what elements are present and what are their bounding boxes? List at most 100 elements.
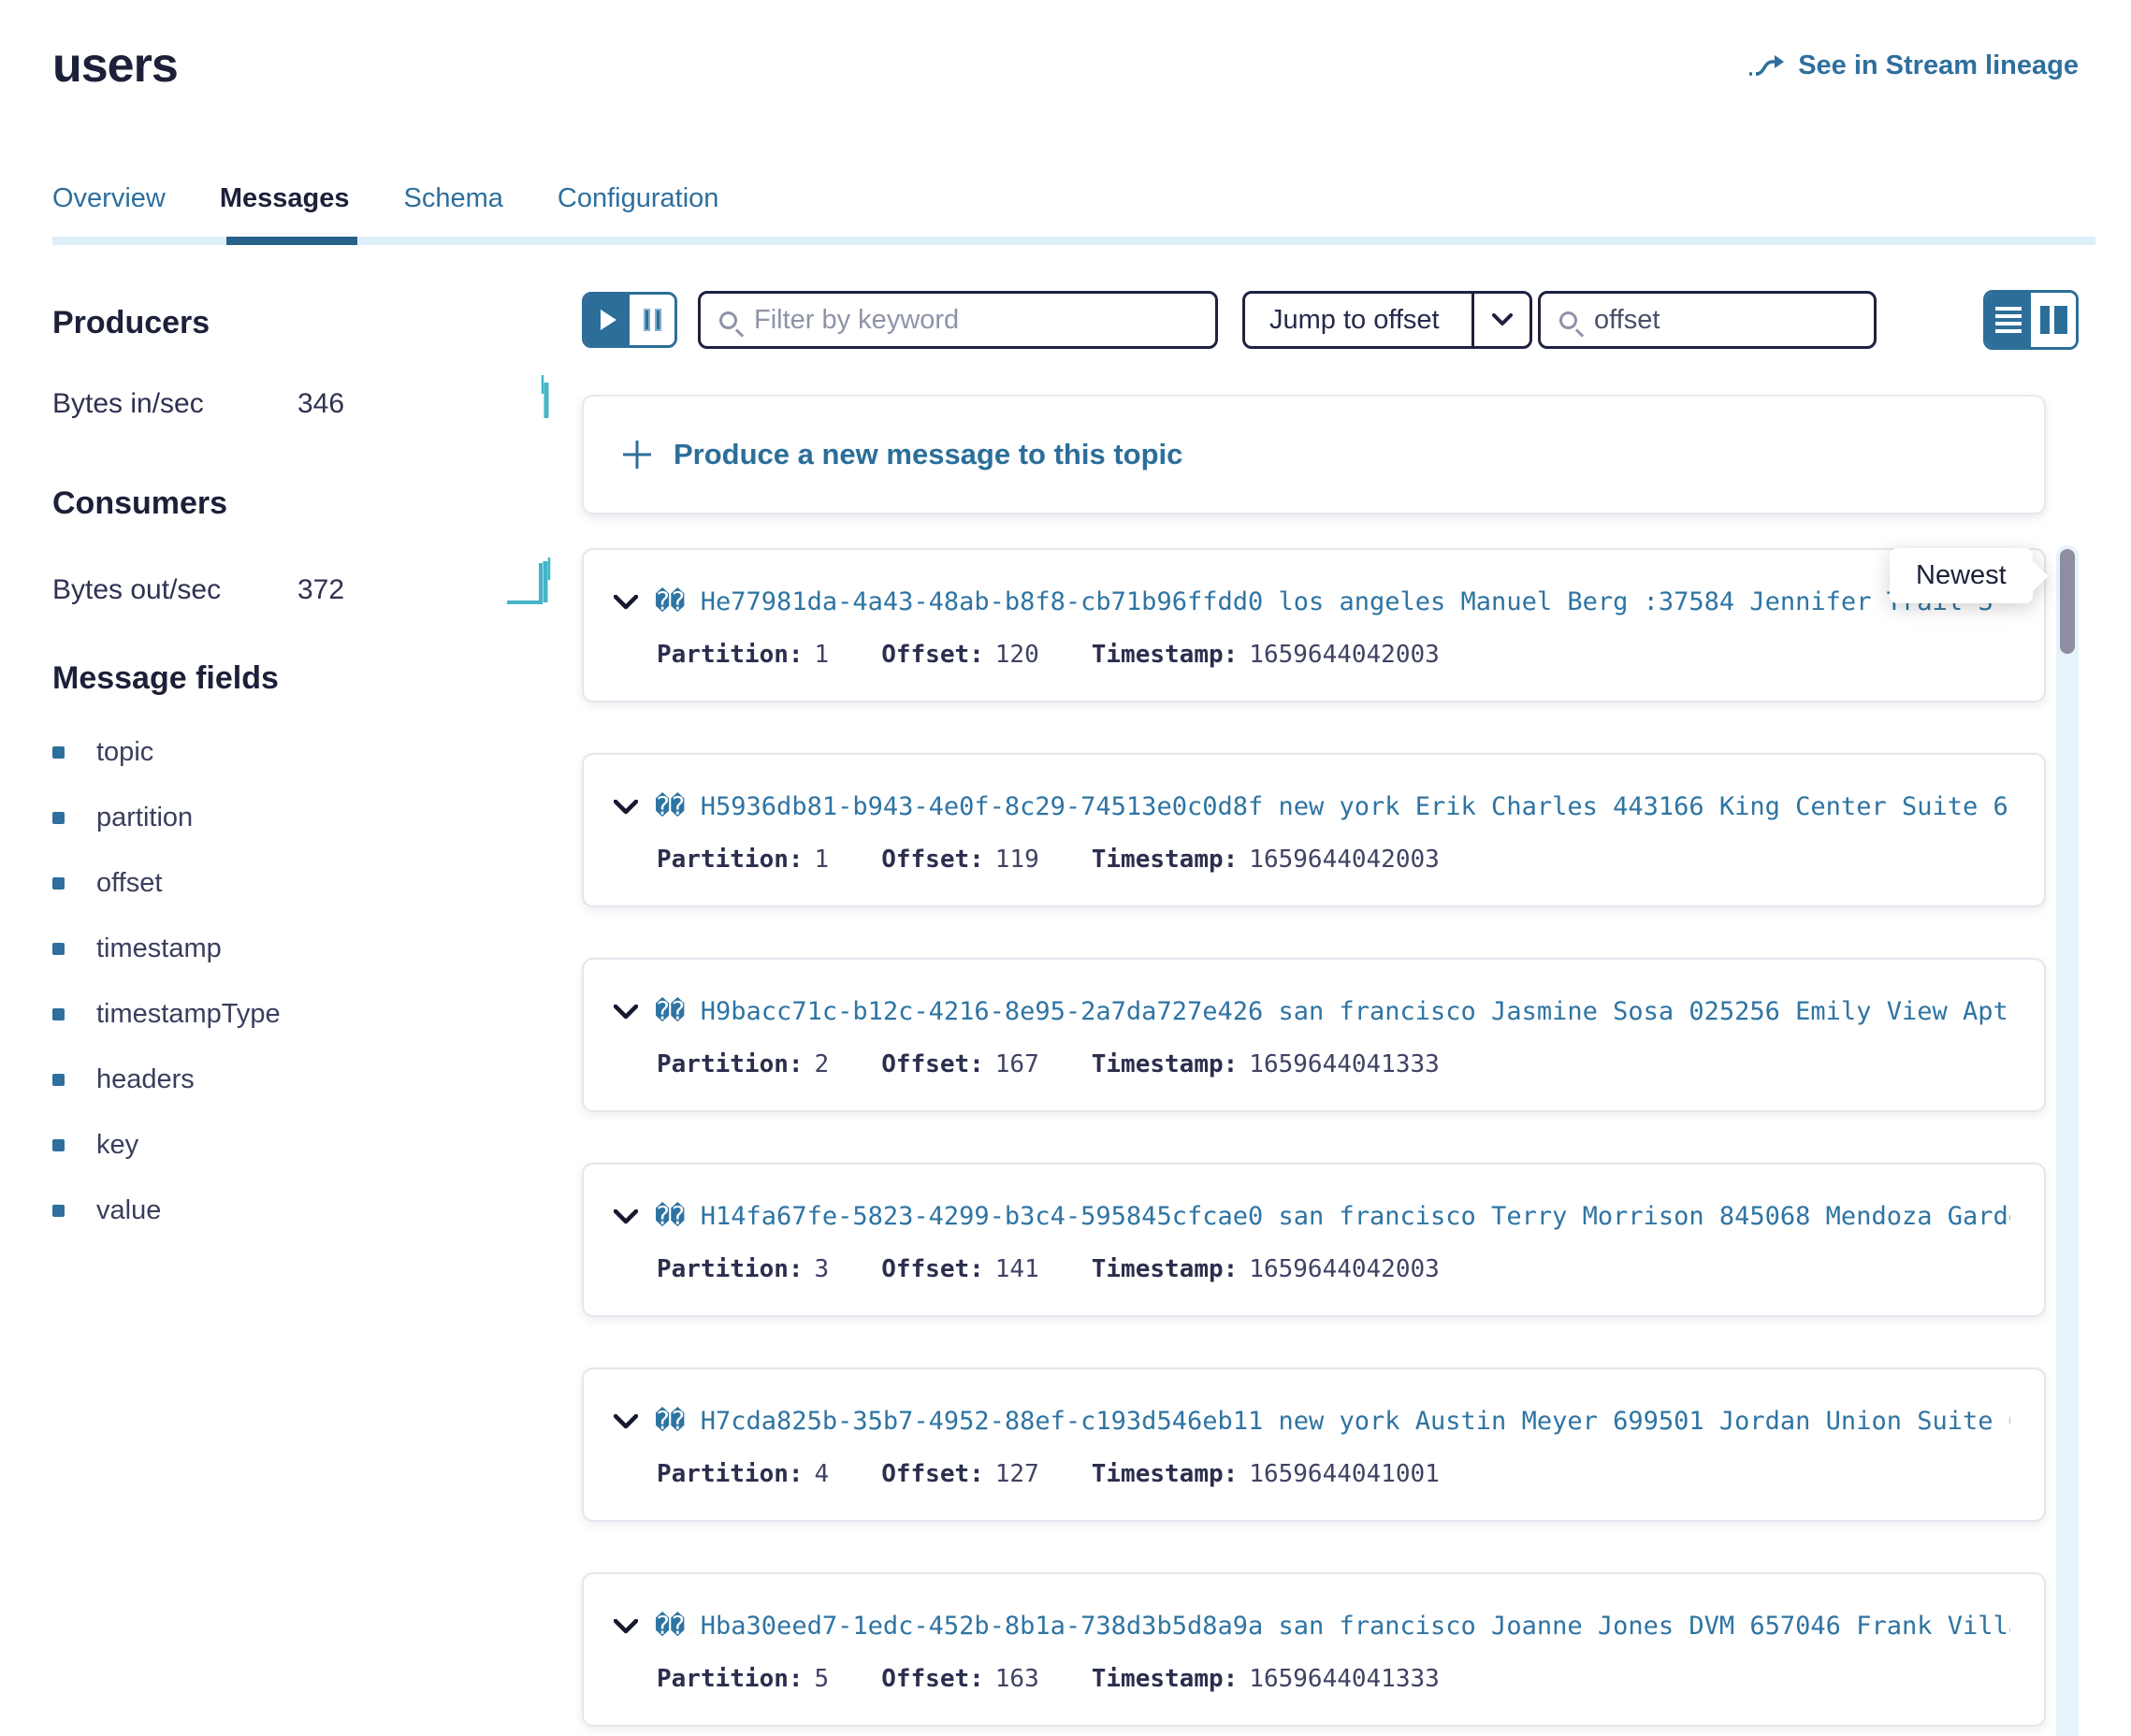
partition-meta: Partition:2 bbox=[657, 1050, 829, 1078]
produce-message-label: Produce a new message to this topic bbox=[674, 438, 1182, 471]
timestamp-meta: Timestamp:1659644041333 bbox=[1092, 1665, 1440, 1693]
expand-chevron-icon[interactable] bbox=[614, 1619, 638, 1634]
message-key-preview: �� Hba30eed7-1edc-452b-8b1a-738d3b5d8a9a… bbox=[655, 1612, 2010, 1641]
message-meta: Partition:5 Offset:163 Timestamp:1659644… bbox=[614, 1665, 2010, 1693]
null-char-glyphs: �� bbox=[655, 997, 686, 1026]
message-row[interactable]: �� Hba30eed7-1edc-452b-8b1a-738d3b5d8a9a… bbox=[582, 1572, 2046, 1727]
field-item-key[interactable]: key bbox=[52, 1112, 582, 1178]
stream-lineage-link[interactable]: See in Stream lineage bbox=[1747, 51, 2079, 81]
topic-page: users See in Stream lineage Overview Mes… bbox=[0, 0, 2131, 1736]
sidebar: Producers Bytes in/sec 346 Consumers Byt… bbox=[52, 279, 582, 1727]
consumers-section: Consumers Bytes out/sec 372 bbox=[52, 485, 582, 606]
offset-search-box bbox=[1538, 291, 1877, 349]
bytes-out-label: Bytes out/sec bbox=[52, 574, 297, 606]
field-bullet-icon bbox=[52, 1074, 65, 1086]
play-pause-toggle bbox=[582, 292, 677, 348]
plus-icon bbox=[621, 439, 653, 470]
search-icon bbox=[1559, 311, 1577, 329]
tab-configuration[interactable]: Configuration bbox=[558, 183, 719, 214]
field-label: headers bbox=[96, 1064, 195, 1095]
message-key-preview: �� H7cda825b-35b7-4952-88ef-c193d546eb11… bbox=[655, 1407, 2010, 1436]
offset-meta: Offset:167 bbox=[881, 1050, 1039, 1078]
field-bullet-icon bbox=[52, 812, 65, 824]
field-label: topic bbox=[96, 737, 153, 768]
scrollbar-thumb[interactable] bbox=[2060, 549, 2075, 654]
message-meta: Partition:1 Offset:119 Timestamp:1659644… bbox=[614, 846, 2010, 874]
partition-meta: Partition:4 bbox=[657, 1460, 829, 1488]
newest-tooltip-label: Newest bbox=[1916, 560, 2007, 590]
toolbar: Jump to offset bbox=[582, 290, 2079, 350]
active-tab-indicator bbox=[226, 237, 357, 245]
field-bullet-icon bbox=[52, 1139, 65, 1151]
produce-message-button[interactable]: Produce a new message to this topic bbox=[582, 395, 2046, 514]
field-label: timestamp bbox=[96, 933, 222, 964]
stream-lineage-icon bbox=[1747, 53, 1785, 80]
expand-chevron-icon[interactable] bbox=[614, 800, 638, 815]
expand-chevron-icon[interactable] bbox=[614, 595, 638, 610]
content: Producers Bytes in/sec 346 Consumers Byt… bbox=[0, 279, 2131, 1727]
bytes-out-sparkline bbox=[505, 552, 558, 606]
field-bullet-icon bbox=[52, 943, 65, 955]
tabs-row: Overview Messages Schema Configuration bbox=[52, 183, 2095, 245]
list-view-icon bbox=[1995, 307, 2022, 311]
tab-overview[interactable]: Overview bbox=[52, 183, 166, 214]
header: users See in Stream lineage bbox=[0, 0, 2131, 90]
message-row[interactable]: �� He77981da-4a43-48ab-b8f8-cb71b96ffdd0… bbox=[582, 548, 2046, 702]
bytes-in-value: 346 bbox=[297, 388, 344, 420]
offset-search-input[interactable] bbox=[1592, 304, 1855, 337]
message-row[interactable]: �� H14fa67fe-5823-4299-b3c4-595845cfcae0… bbox=[582, 1163, 2046, 1317]
tab-schema[interactable]: Schema bbox=[404, 183, 503, 214]
field-bullet-icon bbox=[52, 1008, 65, 1020]
field-bullet-icon bbox=[52, 1205, 65, 1217]
field-item-topic[interactable]: topic bbox=[52, 719, 582, 785]
field-item-timestampType[interactable]: timestampType bbox=[52, 981, 582, 1047]
field-item-partition[interactable]: partition bbox=[52, 785, 582, 850]
list-view-button[interactable] bbox=[1986, 293, 2031, 347]
pause-icon bbox=[655, 309, 661, 331]
bytes-in-metric: Bytes in/sec 346 bbox=[52, 371, 558, 420]
bytes-out-value: 372 bbox=[297, 574, 344, 606]
message-meta: Partition:1 Offset:120 Timestamp:1659644… bbox=[614, 641, 2010, 669]
keyword-filter-input[interactable] bbox=[752, 304, 1196, 337]
main-panel: Jump to offset bbox=[582, 279, 2079, 1727]
field-bullet-icon bbox=[52, 746, 65, 759]
pause-button[interactable] bbox=[630, 295, 674, 345]
expand-chevron-icon[interactable] bbox=[614, 1414, 638, 1429]
message-fields-list: topic partition offset timestamp timesta… bbox=[52, 719, 582, 1243]
null-char-glyphs: �� bbox=[655, 792, 686, 821]
field-item-offset[interactable]: offset bbox=[52, 850, 582, 916]
play-button[interactable] bbox=[585, 295, 630, 345]
message-list: �� He77981da-4a43-48ab-b8f8-cb71b96ffdd0… bbox=[582, 548, 2079, 1727]
jump-to-offset-dropdown[interactable]: Jump to offset bbox=[1242, 291, 1532, 349]
message-row[interactable]: �� H7cda825b-35b7-4952-88ef-c193d546eb11… bbox=[582, 1367, 2046, 1522]
null-char-glyphs: �� bbox=[655, 587, 686, 616]
scrollbar-track[interactable] bbox=[2056, 545, 2079, 1736]
message-key-preview: �� H14fa67fe-5823-4299-b3c4-595845cfcae0… bbox=[655, 1202, 2010, 1231]
chevron-down-icon bbox=[1492, 313, 1513, 326]
tab-messages[interactable]: Messages bbox=[220, 183, 350, 214]
message-key-preview: �� He77981da-4a43-48ab-b8f8-cb71b96ffdd0… bbox=[655, 587, 1993, 616]
timestamp-meta: Timestamp:1659644041333 bbox=[1092, 1050, 1440, 1078]
offset-meta: Offset:120 bbox=[881, 641, 1039, 669]
field-label: value bbox=[96, 1195, 161, 1226]
field-item-headers[interactable]: headers bbox=[52, 1047, 582, 1112]
field-bullet-icon bbox=[52, 877, 65, 890]
keyword-filter-box bbox=[698, 291, 1218, 349]
column-view-button[interactable] bbox=[2031, 293, 2076, 347]
expand-chevron-icon[interactable] bbox=[614, 1209, 638, 1224]
dropdown-chevron[interactable] bbox=[1471, 294, 1529, 346]
field-label: partition bbox=[96, 803, 193, 833]
expand-chevron-icon[interactable] bbox=[614, 1005, 638, 1020]
bytes-in-sparkline bbox=[533, 371, 558, 420]
null-char-glyphs: �� bbox=[655, 1407, 686, 1436]
page-title: users bbox=[52, 41, 178, 90]
field-item-timestamp[interactable]: timestamp bbox=[52, 916, 582, 981]
field-item-value[interactable]: value bbox=[52, 1178, 582, 1243]
timestamp-meta: Timestamp:1659644042003 bbox=[1092, 1255, 1440, 1283]
column-view-icon bbox=[2040, 306, 2050, 334]
message-row[interactable]: �� H9bacc71c-b12c-4216-8e95-2a7da727e426… bbox=[582, 958, 2046, 1112]
partition-meta: Partition:1 bbox=[657, 846, 829, 874]
message-row[interactable]: �� H5936db81-b943-4e0f-8c29-74513e0c0d8f… bbox=[582, 753, 2046, 907]
field-label: offset bbox=[96, 868, 162, 899]
message-fields-heading: Message fields bbox=[52, 660, 582, 697]
